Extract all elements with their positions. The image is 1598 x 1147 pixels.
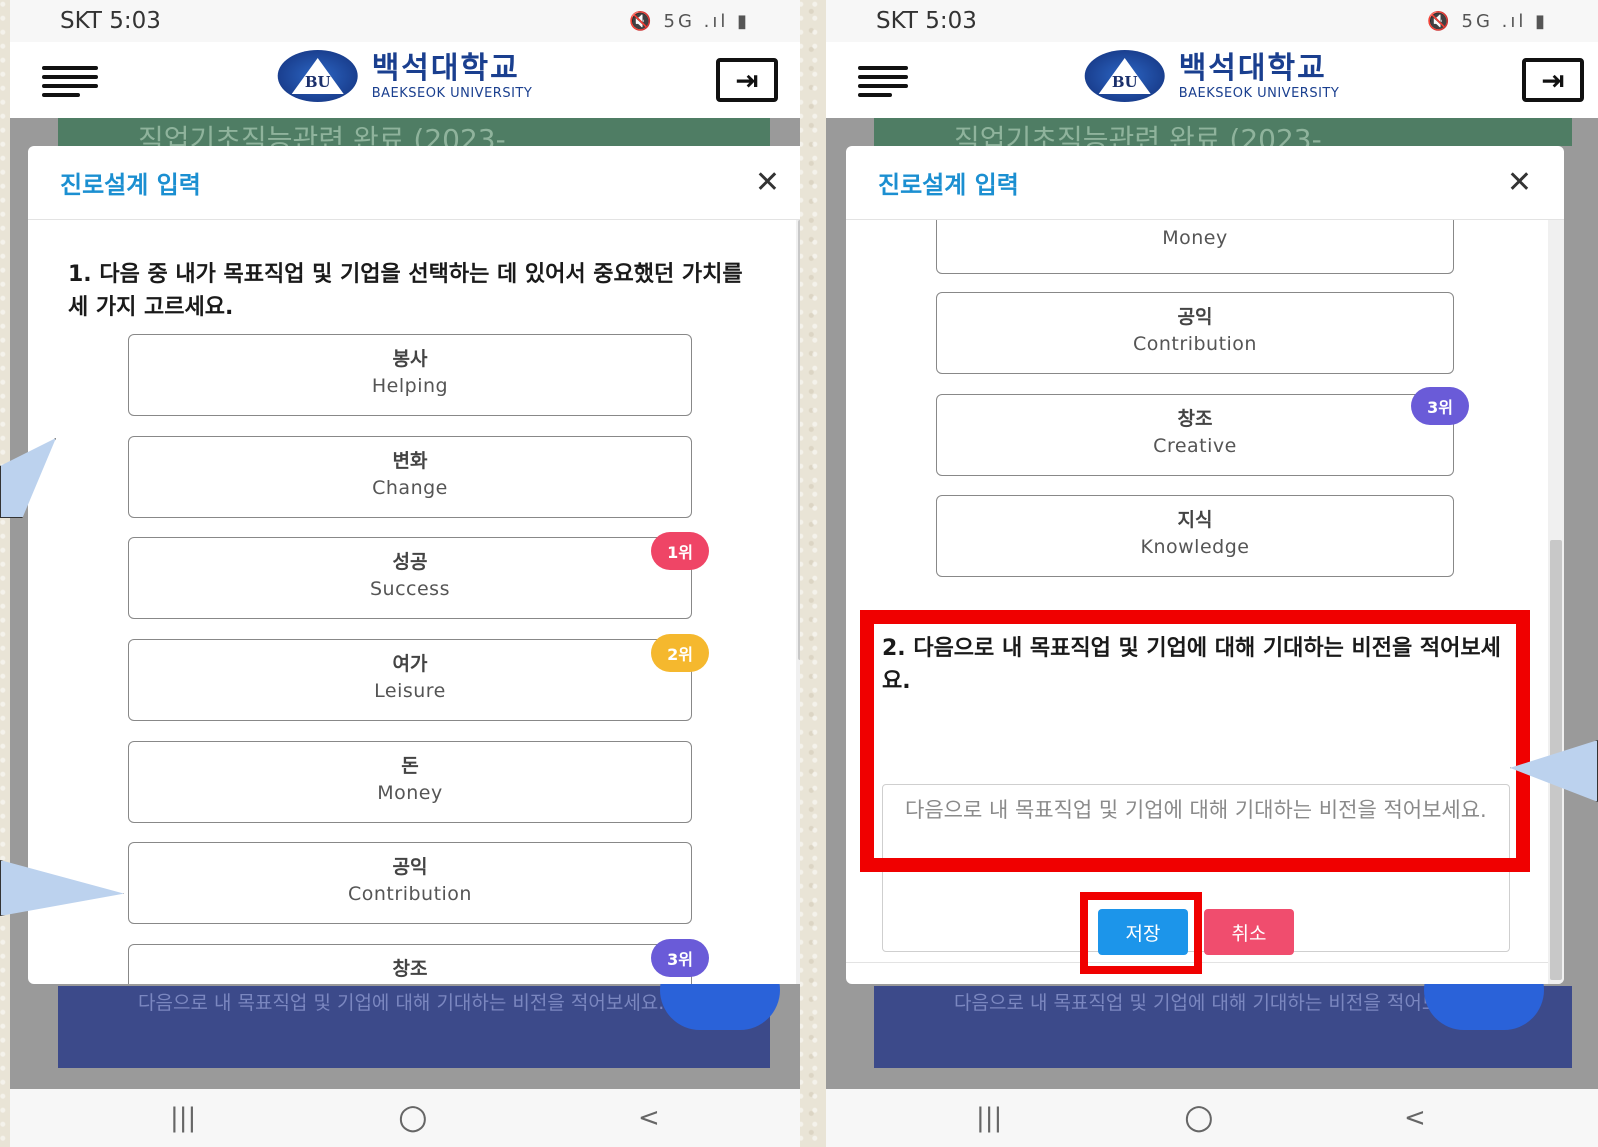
close-icon[interactable]: ✕ <box>1507 165 1532 200</box>
recents-button[interactable]: ||| <box>170 1103 196 1133</box>
value-option-leisure[interactable]: 여가 Leisure 2위 <box>128 634 709 721</box>
career-design-modal: 진로설계 입력 ✕ Money 공익 Contribution 창조 Creat… <box>846 146 1564 984</box>
recents-button[interactable]: ||| <box>976 1103 1002 1133</box>
scrollbar-thumb[interactable] <box>798 220 800 660</box>
value-option-contribution[interactable]: 공익 Contribution <box>128 842 692 924</box>
modal-title: 진로설계 입력 <box>878 171 1019 199</box>
cancel-button[interactable]: 취소 <box>1204 909 1294 955</box>
carrier-time: SKT 5:03 <box>60 8 161 34</box>
modal-header: 진로설계 입력 ✕ <box>846 146 1564 220</box>
rank-badge-3: 3위 <box>1411 387 1469 425</box>
home-button[interactable]: ○ <box>1184 1097 1214 1137</box>
app-header: BU 백석대학교 BAEKSEOK UNIVERSITY ⇥ <box>10 42 800 118</box>
home-button[interactable]: ○ <box>398 1097 428 1137</box>
carrier-time: SKT 5:03 <box>876 8 977 34</box>
back-button[interactable]: < <box>638 1103 660 1133</box>
value-option-money[interactable]: 돈 Money <box>128 741 692 823</box>
logo-english-text: BAEKSEOK UNIVERSITY <box>1178 85 1340 101</box>
rank-badge-1: 1위 <box>651 532 709 570</box>
rank-badge-3: 3위 <box>651 939 709 977</box>
logo-english-text: BAEKSEOK UNIVERSITY <box>371 85 533 101</box>
logo-emblem-icon: BU <box>277 50 358 102</box>
status-bar: SKT 5:03 🔇 5G .ıl ▮ <box>826 0 1598 42</box>
logo-korean-text: 백석대학교 <box>371 50 520 86</box>
status-bar: SKT 5:03 🔇 5G .ıl ▮ <box>10 0 800 42</box>
modal-footer-divider <box>846 962 1548 963</box>
value-option-success[interactable]: 성공 Success 1위 <box>128 532 709 619</box>
career-design-modal: 진로설계 입력 ✕ 1. 다음 중 내가 목표직업 및 기업을 선택하는 데 있… <box>28 146 800 984</box>
modal-body: Money 공익 Contribution 창조 Creative 3위 지식 … <box>846 220 1564 984</box>
phone-screen-left: SKT 5:03 🔇 5G .ıl ▮ BU 백석대학교 BAEKSEOK UN… <box>10 0 800 1147</box>
android-nav-bar: ||| ○ < <box>10 1089 800 1147</box>
close-icon[interactable]: ✕ <box>755 165 780 200</box>
status-icons: 🔇 5G .ıl ▮ <box>629 10 750 32</box>
hamburger-menu-icon[interactable] <box>858 66 914 97</box>
value-option-change[interactable]: 변화 Change <box>128 436 692 518</box>
value-option-money[interactable]: Money <box>936 220 1454 274</box>
login-icon[interactable]: ⇥ <box>716 58 778 102</box>
modal-scrollbar[interactable] <box>796 220 800 984</box>
status-icons: 🔇 5G .ıl ▮ <box>1427 10 1548 32</box>
vision-textarea[interactable] <box>882 784 1510 952</box>
back-button[interactable]: < <box>1404 1103 1426 1133</box>
question-1-text: 1. 다음 중 내가 목표직업 및 기업을 선택하는 데 있어서 중요했던 가치… <box>68 262 743 320</box>
phone-screen-right: SKT 5:03 🔇 5G .ıl ▮ BU 백석대학교 BAEKSEOK UN… <box>826 0 1598 1147</box>
question-2-text: 2. 다음으로 내 목표직업 및 기업에 대해 기대하는 비전을 적어보세요. <box>882 636 1501 694</box>
modal-scrollbar[interactable] <box>1548 220 1564 984</box>
university-logo[interactable]: BU 백석대학교 BAEKSEOK UNIVERSITY <box>1084 50 1340 102</box>
modal-header: 진로설계 입력 ✕ <box>28 146 800 220</box>
modal-body: 1. 다음 중 내가 목표직업 및 기업을 선택하는 데 있어서 중요했던 가치… <box>28 220 800 984</box>
value-option-helping[interactable]: 봉사 Helping <box>128 334 692 416</box>
logo-korean-text: 백석대학교 <box>1178 50 1327 86</box>
university-logo[interactable]: BU 백석대학교 BAEKSEOK UNIVERSITY <box>277 50 533 102</box>
logo-emblem-icon: BU <box>1084 50 1165 102</box>
value-option-creative[interactable]: 창조 Creative 3위 <box>936 387 1469 476</box>
android-nav-bar: ||| ○ < <box>826 1089 1598 1147</box>
value-option-creative[interactable]: 창조 Creative 3위 <box>128 939 709 984</box>
rank-badge-2: 2위 <box>651 634 709 672</box>
modal-title: 진로설계 입력 <box>60 171 201 199</box>
save-button[interactable]: 저장 <box>1098 909 1188 955</box>
value-option-contribution[interactable]: 공익 Contribution <box>936 292 1454 374</box>
login-icon[interactable]: ⇥ <box>1522 58 1584 102</box>
background-banner: 직업기초직능관련 완료 (2023- <box>58 118 770 146</box>
hamburger-menu-icon[interactable] <box>42 66 98 97</box>
value-option-knowledge[interactable]: 지식 Knowledge <box>936 495 1454 577</box>
app-header: BU 백석대학교 BAEKSEOK UNIVERSITY ⇥ <box>826 42 1598 118</box>
background-banner: 직업기초직능관련 완료 (2023- <box>874 118 1572 146</box>
